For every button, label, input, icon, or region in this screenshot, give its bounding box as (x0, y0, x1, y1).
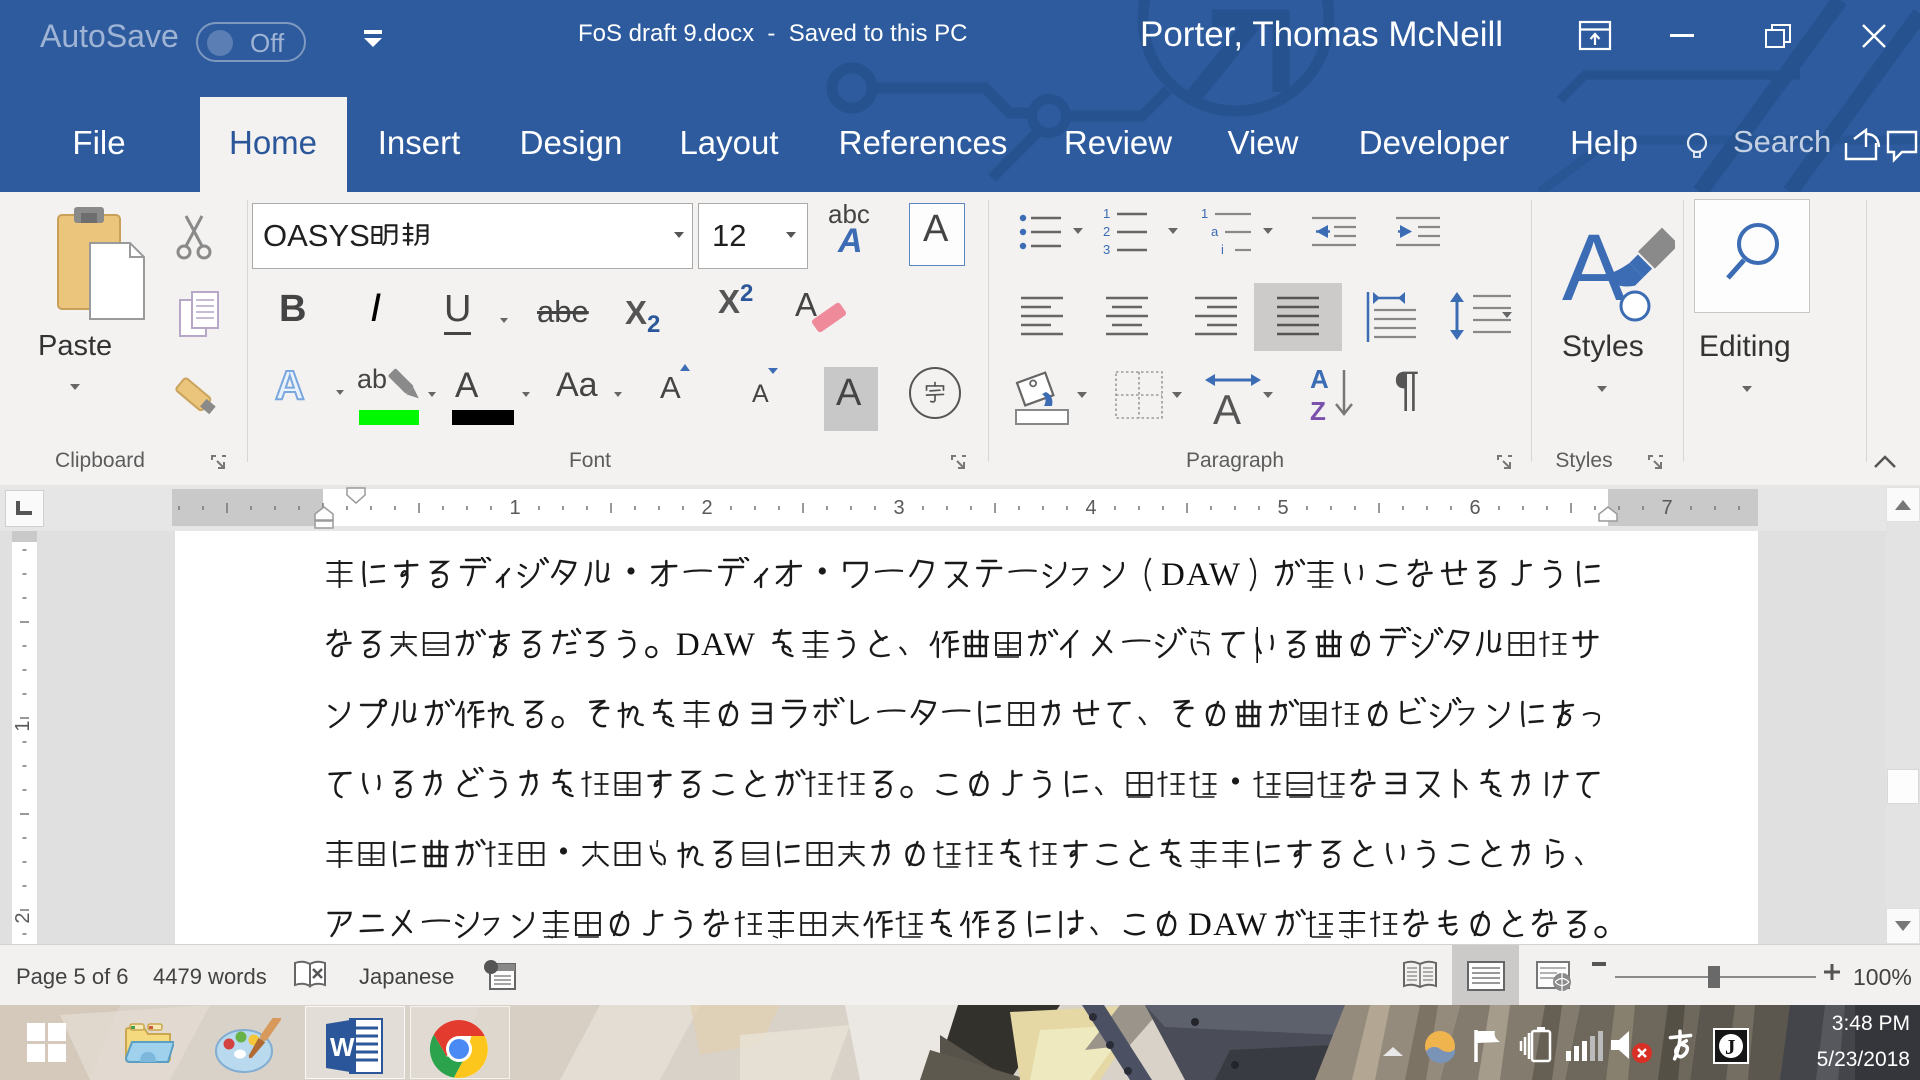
svg-text:1: 1 (12, 720, 34, 731)
svg-text:3: 3 (893, 497, 904, 519)
svg-text:2: 2 (701, 497, 712, 519)
svg-text:5: 5 (1277, 497, 1288, 519)
svg-text:2: 2 (1103, 224, 1110, 239)
svg-text:A: A (1562, 215, 1626, 321)
svg-text:DAW: DAW (1161, 557, 1241, 593)
svg-text:4: 4 (1085, 497, 1096, 519)
svg-text:Z: Z (1310, 396, 1326, 426)
svg-text:1: 1 (1103, 206, 1110, 221)
svg-text:7: 7 (1661, 497, 1672, 519)
svg-text:i: i (1221, 242, 1224, 257)
svg-text:DAW: DAW (1188, 907, 1268, 943)
svg-text:6: 6 (1469, 497, 1480, 519)
svg-text:DAW: DAW (676, 627, 756, 663)
svg-text:1: 1 (1201, 206, 1208, 221)
svg-text:a: a (1211, 224, 1219, 239)
svg-text:A: A (1310, 364, 1329, 394)
svg-text:W: W (330, 1032, 355, 1062)
svg-text:1: 1 (509, 497, 520, 519)
svg-text:2: 2 (12, 912, 34, 923)
svg-text:3: 3 (1103, 242, 1110, 257)
svg-text:A: A (1213, 386, 1241, 428)
svg-text:J: J (1725, 1035, 1736, 1059)
